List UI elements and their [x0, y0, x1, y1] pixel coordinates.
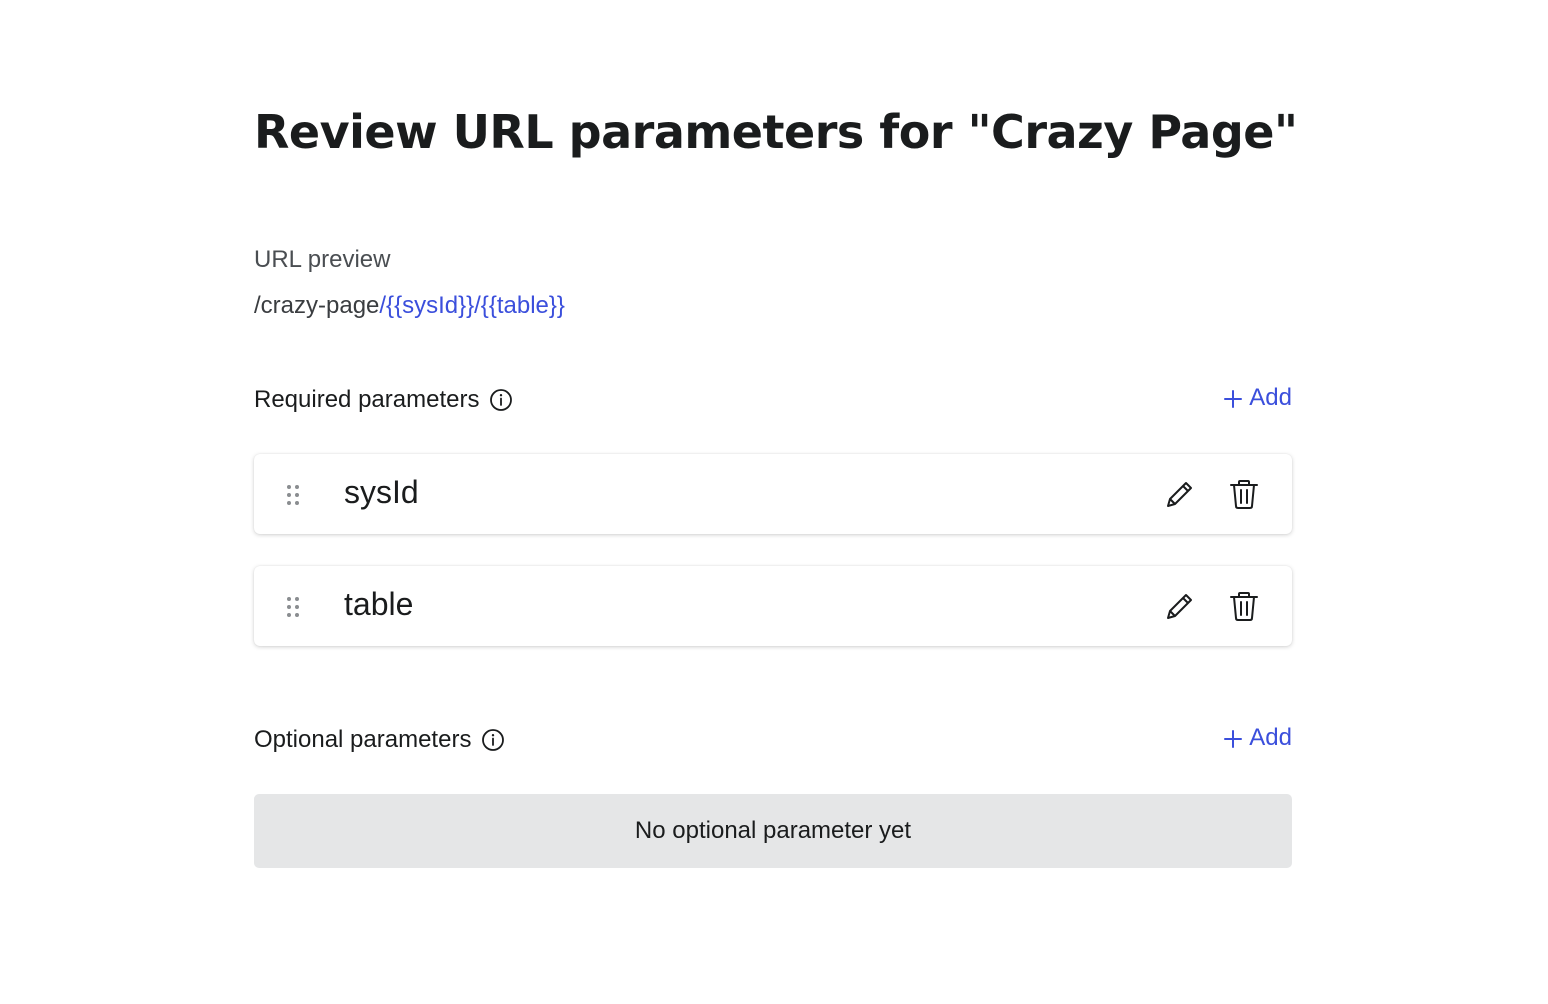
plus-icon — [1223, 388, 1243, 408]
optional-parameters-title-group: Optional parameters — [254, 726, 505, 754]
parameter-name: sysId — [344, 474, 419, 510]
delete-trash-icon[interactable] — [1226, 588, 1262, 624]
required-parameters-title-group: Required parameters — [254, 386, 513, 414]
drag-handle-icon[interactable] — [286, 596, 300, 618]
info-circle-icon[interactable] — [489, 388, 513, 412]
url-preview: /crazy-page/{{sysId}}/{{table}} — [254, 292, 565, 320]
url-preview-params: /{{sysId}}/{{table}} — [379, 292, 565, 319]
parameter-card-table: table — [254, 566, 1292, 646]
required-parameters-header: Required parameters Add — [254, 384, 1292, 420]
add-optional-label: Add — [1249, 724, 1292, 751]
add-optional-parameter-button[interactable]: Add — [1223, 724, 1292, 752]
edit-pencil-icon[interactable] — [1162, 588, 1198, 624]
page-title: Review URL parameters for "Crazy Page" — [254, 105, 1298, 159]
optional-parameters-title: Optional parameters — [254, 726, 472, 753]
plus-icon — [1223, 728, 1243, 748]
drag-handle-icon[interactable] — [286, 484, 300, 506]
required-parameters-title: Required parameters — [254, 386, 480, 413]
add-required-parameter-button[interactable]: Add — [1223, 384, 1292, 412]
optional-parameters-empty-state: No optional parameter yet — [254, 794, 1292, 868]
delete-trash-icon[interactable] — [1226, 476, 1262, 512]
optional-parameters-header: Optional parameters Add — [254, 724, 1292, 760]
parameter-name: table — [344, 586, 414, 622]
info-circle-icon[interactable] — [481, 728, 505, 752]
url-preview-label: URL preview — [254, 246, 391, 273]
url-preview-base: /crazy-page — [254, 292, 380, 319]
parameter-card-sysid: sysId — [254, 454, 1292, 534]
add-required-label: Add — [1249, 384, 1292, 411]
edit-pencil-icon[interactable] — [1162, 476, 1198, 512]
